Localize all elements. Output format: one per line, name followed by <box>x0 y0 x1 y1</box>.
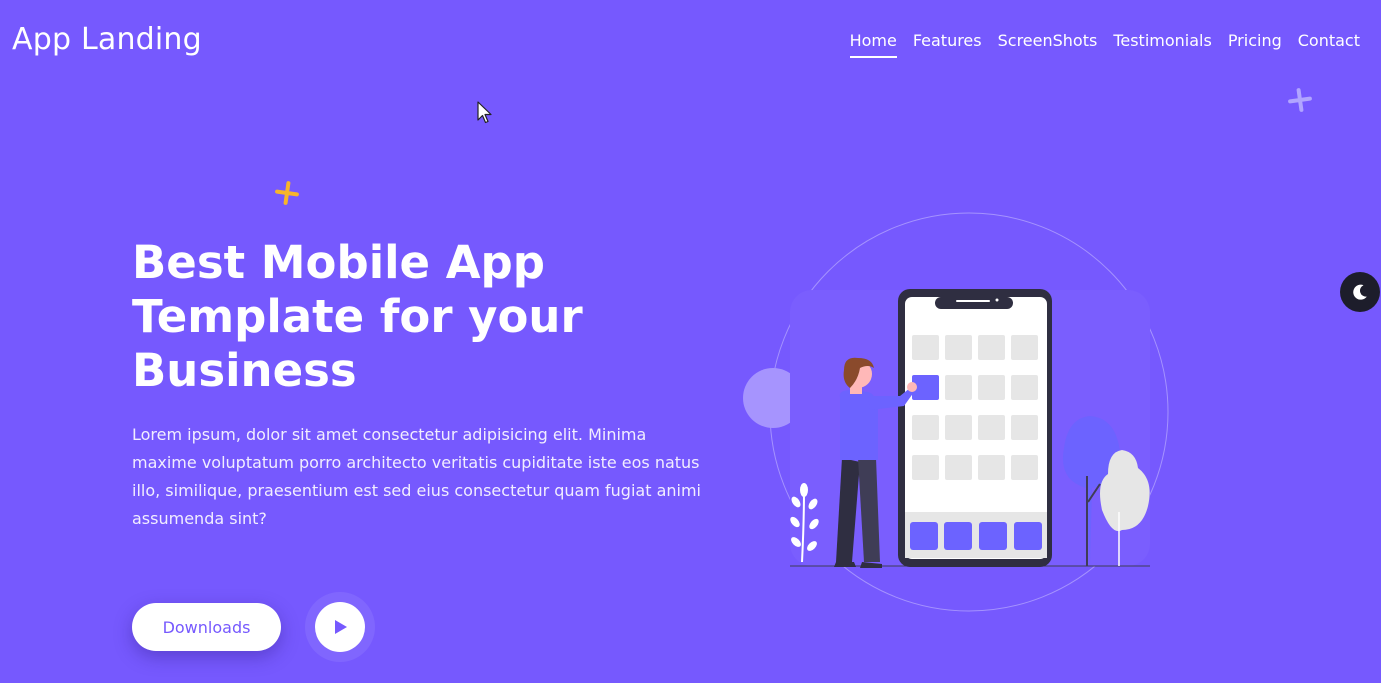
nav-contact[interactable]: Contact <box>1298 31 1360 58</box>
main-nav: Home Features ScreenShots Testimonials P… <box>849 31 1360 58</box>
mouse-cursor-icon <box>477 101 492 124</box>
moon-icon <box>1353 284 1367 300</box>
hero-illustration <box>743 212 1169 612</box>
hero-description: Lorem ipsum, dolor sit amet consectetur … <box>132 425 701 528</box>
nav-screenshots[interactable]: ScreenShots <box>998 31 1098 58</box>
plus-decoration-icon <box>275 181 299 205</box>
nav-home[interactable]: Home <box>849 31 898 58</box>
nav-testimonials[interactable]: Testimonials <box>1113 31 1212 58</box>
phone-illustration <box>898 289 1052 567</box>
play-icon <box>335 620 347 634</box>
hero-title: Best Mobile App Template for your Busine… <box>132 236 583 397</box>
nav-features[interactable]: Features <box>913 31 982 58</box>
downloads-button[interactable]: Downloads <box>132 603 281 651</box>
dark-mode-toggle[interactable] <box>1340 272 1380 312</box>
play-video-button[interactable] <box>315 602 365 652</box>
nav-pricing[interactable]: Pricing <box>1228 31 1282 58</box>
brand-logo[interactable]: App Landing <box>12 22 202 57</box>
plus-decoration-icon <box>1288 88 1312 112</box>
